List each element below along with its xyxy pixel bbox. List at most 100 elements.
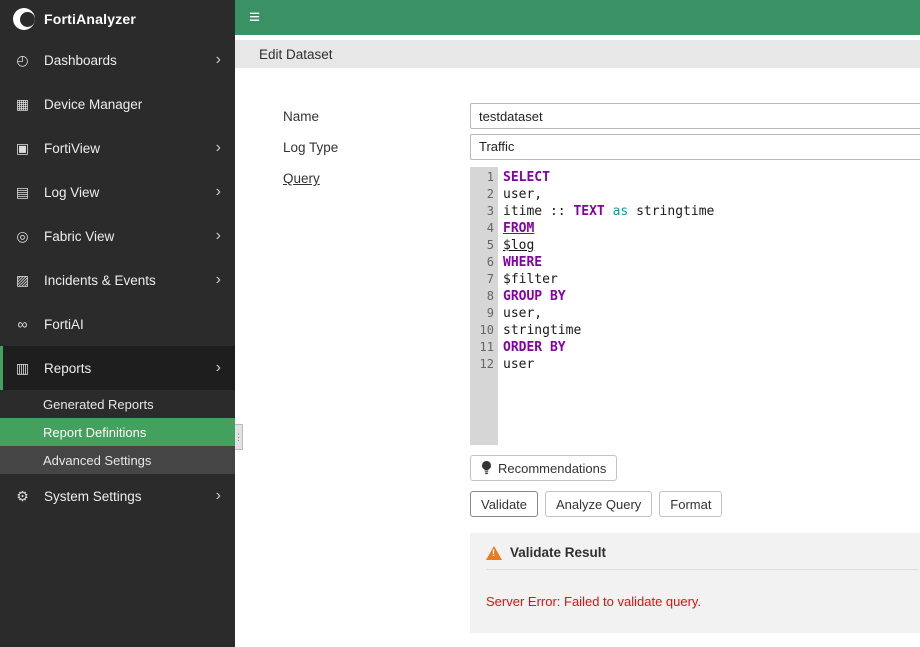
logtype-selected-value: Traffic	[479, 139, 515, 154]
line-number: 2	[486, 187, 494, 201]
validate-result-panel: Validate Result Server Error: Failed to …	[470, 533, 920, 633]
logtype-field-wrap: Traffic	[470, 134, 920, 160]
sidebar-item-label: System Settings	[44, 488, 142, 504]
sidebar-item-device-manager[interactable]: ▦ Device Manager	[0, 82, 235, 126]
fabric-target-icon: ◎	[16, 227, 29, 244]
code-line: $filter	[503, 272, 558, 287]
log-list-icon: ▤	[15, 183, 30, 200]
name-input[interactable]	[470, 103, 920, 129]
sidebar-item-fortiai[interactable]: ∞ FortiAI	[0, 302, 235, 346]
recommendations-button[interactable]: Recommendations	[470, 455, 618, 481]
sidebar-subitem-generated-reports[interactable]: Generated Reports	[0, 390, 235, 418]
format-button[interactable]: Format	[659, 491, 723, 517]
line-number: 5	[486, 238, 494, 252]
reports-icon: ▥	[15, 359, 30, 376]
line-number: 6	[486, 255, 494, 269]
recommendations-label: Recommendations	[498, 460, 607, 476]
chevron-right-icon: ›	[215, 227, 221, 244]
line-number: 4	[486, 221, 494, 235]
sidebar-item-label: Fabric View	[44, 228, 115, 244]
sidebar-item-label: FortiView	[44, 140, 101, 156]
app-root: FortiAnalyzer ◴ Dashboards › ▦ Device Ma…	[0, 0, 920, 647]
sidebar-item-label: FortiAI	[44, 316, 84, 332]
sidebar-subitem-label: Advanced Settings	[43, 452, 152, 468]
chevron-right-icon: ›	[215, 359, 221, 376]
app-title: FortiAnalyzer	[44, 11, 137, 27]
editor-gutter: 1 2 3 4 5 6 7 8 9 10 11 12	[470, 167, 498, 445]
fortiai-icon: ∞	[17, 316, 28, 332]
code-line: SELECT	[503, 170, 550, 185]
sidebar-subitem-advanced-settings[interactable]: Advanced Settings	[0, 446, 235, 474]
server-error-text: Server Error: Failed to validate query.	[486, 594, 702, 609]
sidebar-item-label: Incidents & Events	[44, 272, 156, 288]
fortianalyzer-logo-icon	[13, 8, 35, 30]
editor-code: SELECT user, itime :: TEXT as stringtime FR…	[498, 167, 920, 445]
validate-result-header: Validate Result	[486, 545, 918, 570]
hamburger-menu-icon[interactable]: ≡	[249, 7, 260, 29]
sidebar-subitem-label: Report Definitions	[43, 424, 147, 440]
logtype-label: Log Type	[283, 140, 339, 155]
sidebar-item-system-settings[interactable]: ⚙ System Settings ›	[0, 474, 235, 518]
recommendations-row: Recommendations	[470, 455, 920, 481]
line-number: 12	[479, 357, 494, 371]
chevron-right-icon: ›	[215, 139, 221, 156]
app-logo-row[interactable]: FortiAnalyzer	[0, 0, 235, 38]
sidebar-item-label: Dashboards	[44, 52, 117, 68]
sidebar-item-label: Device Manager	[44, 96, 143, 112]
sidebar-item-dashboards[interactable]: ◴ Dashboards ›	[0, 38, 235, 82]
chevron-right-icon: ›	[215, 183, 221, 200]
warning-triangle-icon	[486, 545, 502, 560]
chevron-right-icon: ›	[215, 487, 221, 504]
name-label: Name	[283, 109, 320, 124]
line-number: 8	[486, 289, 494, 303]
sidebar-item-fortiview[interactable]: ▣ FortiView ›	[0, 126, 235, 170]
code-line: FROM	[503, 221, 535, 236]
sidebar: FortiAnalyzer ◴ Dashboards › ▦ Device Ma…	[0, 0, 235, 647]
line-number: 10	[479, 323, 494, 337]
code-line: GROUP BY	[503, 289, 566, 304]
line-number: 11	[479, 340, 494, 354]
code-line: user,	[503, 306, 543, 321]
splitter-grip-icon[interactable]: ⋮	[234, 424, 243, 450]
sidebar-item-label: Log View	[44, 184, 100, 200]
content: Name Log Type Traffic Query 123456789101…	[235, 68, 920, 647]
name-field-wrap	[470, 103, 920, 129]
chevron-right-icon: ›	[215, 271, 221, 288]
query-label: Query	[283, 171, 320, 186]
incidents-icon: ▨	[15, 271, 30, 288]
line-number: 7	[486, 272, 494, 286]
code-line: user	[503, 357, 535, 372]
sidebar-item-reports[interactable]: ▥ Reports ›	[0, 346, 235, 390]
monitor-icon: ▣	[15, 139, 30, 156]
sidebar-item-incidents-events[interactable]: ▨ Incidents & Events ›	[0, 258, 235, 302]
page-title: Edit Dataset	[259, 46, 333, 62]
sidebar-subitem-report-definitions[interactable]: Report Definitions	[0, 418, 235, 446]
analyze-query-button[interactable]: Analyze Query	[545, 491, 653, 517]
chevron-right-icon: ›	[215, 51, 221, 68]
code-line: ORDER BY	[503, 340, 566, 355]
sidebar-item-label: Reports	[44, 360, 92, 376]
query-field-wrap: 1 2 3 4 5 6 7 8 9 10 11 12 SELECT user, itime :: TEXT…	[470, 165, 920, 633]
lightbulb-icon	[482, 461, 491, 475]
code-line: stringtime	[503, 323, 582, 338]
line-number: 3	[486, 204, 494, 218]
logtype-select[interactable]: Traffic	[470, 134, 920, 160]
code-line: $log	[503, 238, 535, 253]
sidebar-item-fabric-view[interactable]: ◎ Fabric View ›	[0, 214, 235, 258]
line-number: 9	[486, 306, 494, 320]
sidebar-item-log-view[interactable]: ▤ Log View ›	[0, 170, 235, 214]
validate-button[interactable]: Validate	[470, 491, 539, 517]
query-actions-row: Validate Analyze Query Format	[470, 491, 920, 517]
page-header: Edit Dataset	[235, 40, 920, 68]
topbar: ≡	[235, 0, 920, 35]
gauge-icon: ◴	[16, 51, 29, 68]
gear-icon: ⚙	[16, 487, 29, 504]
device-grid-icon: ▦	[15, 95, 30, 112]
main-area: ≡ Edit Dataset Name Log Type Traffic Que…	[235, 0, 920, 647]
validate-result-title: Validate Result	[510, 545, 607, 560]
code-line: itime :: TEXT as stringtime	[503, 204, 715, 219]
line-number: 1	[486, 170, 494, 184]
code-line: user,	[503, 187, 543, 202]
query-editor[interactable]: 1 2 3 4 5 6 7 8 9 10 11 12 SELECT user, itime :: TEXT…	[470, 167, 920, 445]
sidebar-subitem-label: Generated Reports	[43, 396, 154, 412]
